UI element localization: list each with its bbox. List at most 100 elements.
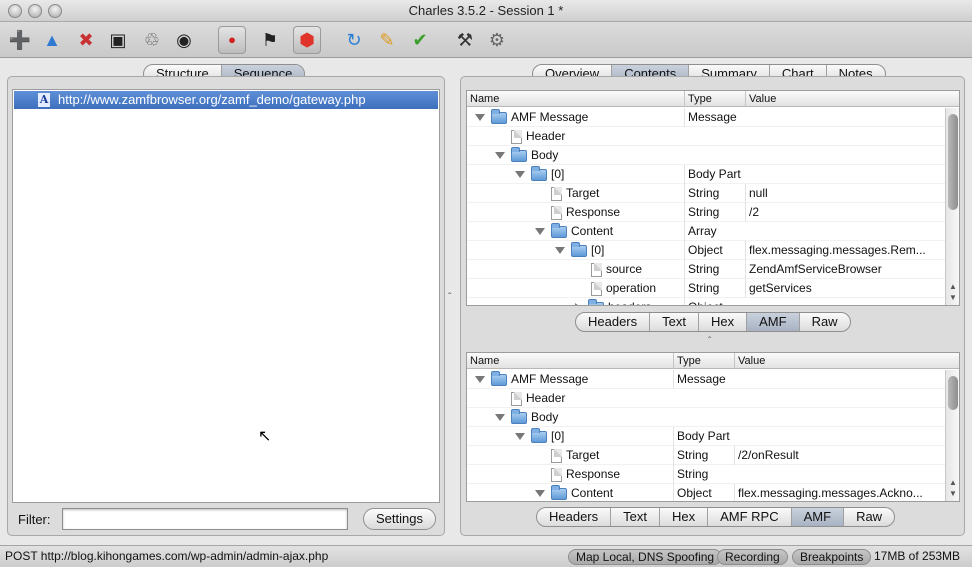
disclosure-triangle-open-icon[interactable] xyxy=(535,490,545,498)
scroll-down-icon[interactable]: ▼ xyxy=(949,294,957,302)
column-name[interactable]: Name xyxy=(467,91,499,107)
validate-icon[interactable]: ✔ xyxy=(406,26,434,54)
scroll-up-icon[interactable]: ▲ xyxy=(949,283,957,291)
breakpoints-icon[interactable]: ⬢ xyxy=(293,26,321,54)
map-local-dns-spoofing-indicator[interactable]: Map Local, DNS Spoofing xyxy=(568,549,723,565)
scroll-up-icon[interactable]: ▲ xyxy=(949,479,957,487)
tree-row[interactable]: [0] Body Part xyxy=(467,427,945,446)
column-value[interactable]: Value xyxy=(745,91,776,107)
column-name[interactable]: Name xyxy=(467,353,499,369)
column-value[interactable]: Value xyxy=(734,353,765,369)
column-type[interactable]: Type xyxy=(684,91,712,107)
tab-response-text[interactable]: Text xyxy=(611,508,660,526)
tree-row[interactable]: Response String/2 xyxy=(467,203,945,222)
tree-row-type: String xyxy=(684,203,745,222)
clear-session-icon[interactable]: ♲ xyxy=(138,26,166,54)
document-icon xyxy=(591,281,602,296)
disclosure-triangle-open-icon[interactable] xyxy=(495,414,505,422)
settings-button[interactable]: Settings xyxy=(363,508,436,530)
repeat-icon[interactable]: ↻ xyxy=(340,26,368,54)
disclosure-triangle-open-icon[interactable] xyxy=(495,152,505,160)
tab-request-amf[interactable]: AMF xyxy=(747,313,800,331)
tree-row-name: Header xyxy=(526,129,566,143)
tree-row[interactable]: operation String getServices xyxy=(467,279,945,298)
tree-row[interactable]: AMF Message Message xyxy=(467,370,945,389)
list-item[interactable]: A http://www.zamfbrowser.org/zamf_demo/g… xyxy=(14,91,438,109)
tree-row-type: Body Part xyxy=(673,427,734,446)
tree-row-name: Body xyxy=(531,410,559,424)
close-window-button[interactable] xyxy=(8,4,22,18)
tree-row[interactable]: Content Array xyxy=(467,222,945,241)
throttle-icon[interactable]: ⚑ xyxy=(256,26,284,54)
disclosure-triangle-open-icon[interactable] xyxy=(515,171,525,179)
open-session-icon[interactable]: ▲ xyxy=(38,26,66,54)
tree-row-type: Body Part xyxy=(684,165,745,184)
status-text: POST http://blog.kihongames.com/wp-admin… xyxy=(5,549,329,563)
tree-row[interactable]: Header xyxy=(467,389,945,408)
tab-response-raw[interactable]: Raw xyxy=(844,508,894,526)
disclosure-triangle-open-icon[interactable] xyxy=(555,247,565,255)
tools-icon[interactable]: ⚒ xyxy=(451,26,479,54)
folder-icon xyxy=(551,222,567,238)
tree-row-name: [0] xyxy=(551,167,565,181)
tab-request-text[interactable]: Text xyxy=(650,313,699,331)
tree-row-name: source xyxy=(606,262,643,276)
tree-row[interactable]: AMF Message Message xyxy=(467,108,945,127)
tab-response-hex[interactable]: Hex xyxy=(660,508,709,526)
tab-request-hex[interactable]: Hex xyxy=(699,313,748,331)
tree-row[interactable]: Body xyxy=(467,146,945,165)
disclosure-triangle-open-icon[interactable] xyxy=(535,228,545,236)
tree-row-type: String xyxy=(673,446,734,465)
tab-request-headers[interactable]: Headers xyxy=(576,313,651,331)
save-session-icon[interactable]: ▣ xyxy=(104,26,132,54)
splitter-handle-icon[interactable]: ˆ xyxy=(708,336,711,347)
tree-row[interactable]: Response String xyxy=(467,465,945,484)
tree-row-type: Object xyxy=(684,298,745,305)
column-type[interactable]: Type xyxy=(673,353,701,369)
tab-response-amf-rpc[interactable]: AMF RPC xyxy=(708,508,792,526)
breakpoints-indicator[interactable]: Breakpoints xyxy=(792,549,872,565)
folder-icon xyxy=(531,165,547,181)
tree-row-value: ZendAmfServiceBrowser xyxy=(745,260,945,279)
tree-row[interactable]: Target String null xyxy=(467,184,945,203)
settings-icon[interactable]: ⚙ xyxy=(483,26,511,54)
zoom-window-button[interactable] xyxy=(48,4,62,18)
tree-row[interactable]: [0] Body Part xyxy=(467,165,945,184)
folder-icon xyxy=(511,146,527,162)
minimize-window-button[interactable] xyxy=(28,4,42,18)
tree-row-name: Content xyxy=(571,224,614,238)
tab-request-raw[interactable]: Raw xyxy=(800,313,850,331)
memory-usage: 17MB of 253MB xyxy=(874,549,961,563)
disclosure-triangle-open-icon[interactable] xyxy=(475,376,485,384)
tree-row-name: Response xyxy=(566,205,621,219)
tree-row[interactable]: source String ZendAmfServiceBrowser xyxy=(467,260,945,279)
tab-response-amf[interactable]: AMF xyxy=(791,508,845,526)
record-icon[interactable]: ● xyxy=(218,26,246,54)
scrollbar-thumb[interactable] xyxy=(948,114,958,210)
tree-row[interactable]: headers Object xyxy=(467,298,945,305)
recording-indicator[interactable]: Recording xyxy=(717,549,788,565)
disclosure-triangle-open-icon[interactable] xyxy=(515,433,525,441)
close-session-icon[interactable]: ✖ xyxy=(72,26,100,54)
splitter-handle-icon[interactable]: ˆ xyxy=(448,292,451,303)
tree-row-name: headers xyxy=(608,300,651,305)
disclosure-triangle-closed-icon[interactable] xyxy=(575,302,582,305)
tree-row[interactable]: Body xyxy=(467,408,945,427)
request-tree-scrollbar[interactable]: ▲ ▼ xyxy=(945,108,959,305)
find-icon[interactable]: ◉ xyxy=(170,26,198,54)
folder-icon xyxy=(588,298,604,305)
tab-response-headers[interactable]: Headers xyxy=(537,508,612,526)
tree-row[interactable]: [0] Object flex.messaging.messages.Rem... xyxy=(467,241,945,260)
response-tree-scrollbar[interactable]: ▲ ▼ xyxy=(945,370,959,501)
tree-row[interactable]: Content Object flex.messaging.messages.Ack… xyxy=(467,484,945,501)
new-session-icon[interactable]: ➕ xyxy=(6,26,34,54)
scrollbar-thumb[interactable] xyxy=(948,376,958,410)
scroll-down-icon[interactable]: ▼ xyxy=(949,490,957,498)
folder-icon xyxy=(571,241,587,257)
filter-input[interactable] xyxy=(62,508,348,530)
tree-row[interactable]: Target String/2/onResult xyxy=(467,446,945,465)
document-icon xyxy=(551,186,562,201)
edit-icon[interactable]: ✎ xyxy=(373,26,401,54)
tree-row[interactable]: Header xyxy=(467,127,945,146)
disclosure-triangle-open-icon[interactable] xyxy=(475,114,485,122)
